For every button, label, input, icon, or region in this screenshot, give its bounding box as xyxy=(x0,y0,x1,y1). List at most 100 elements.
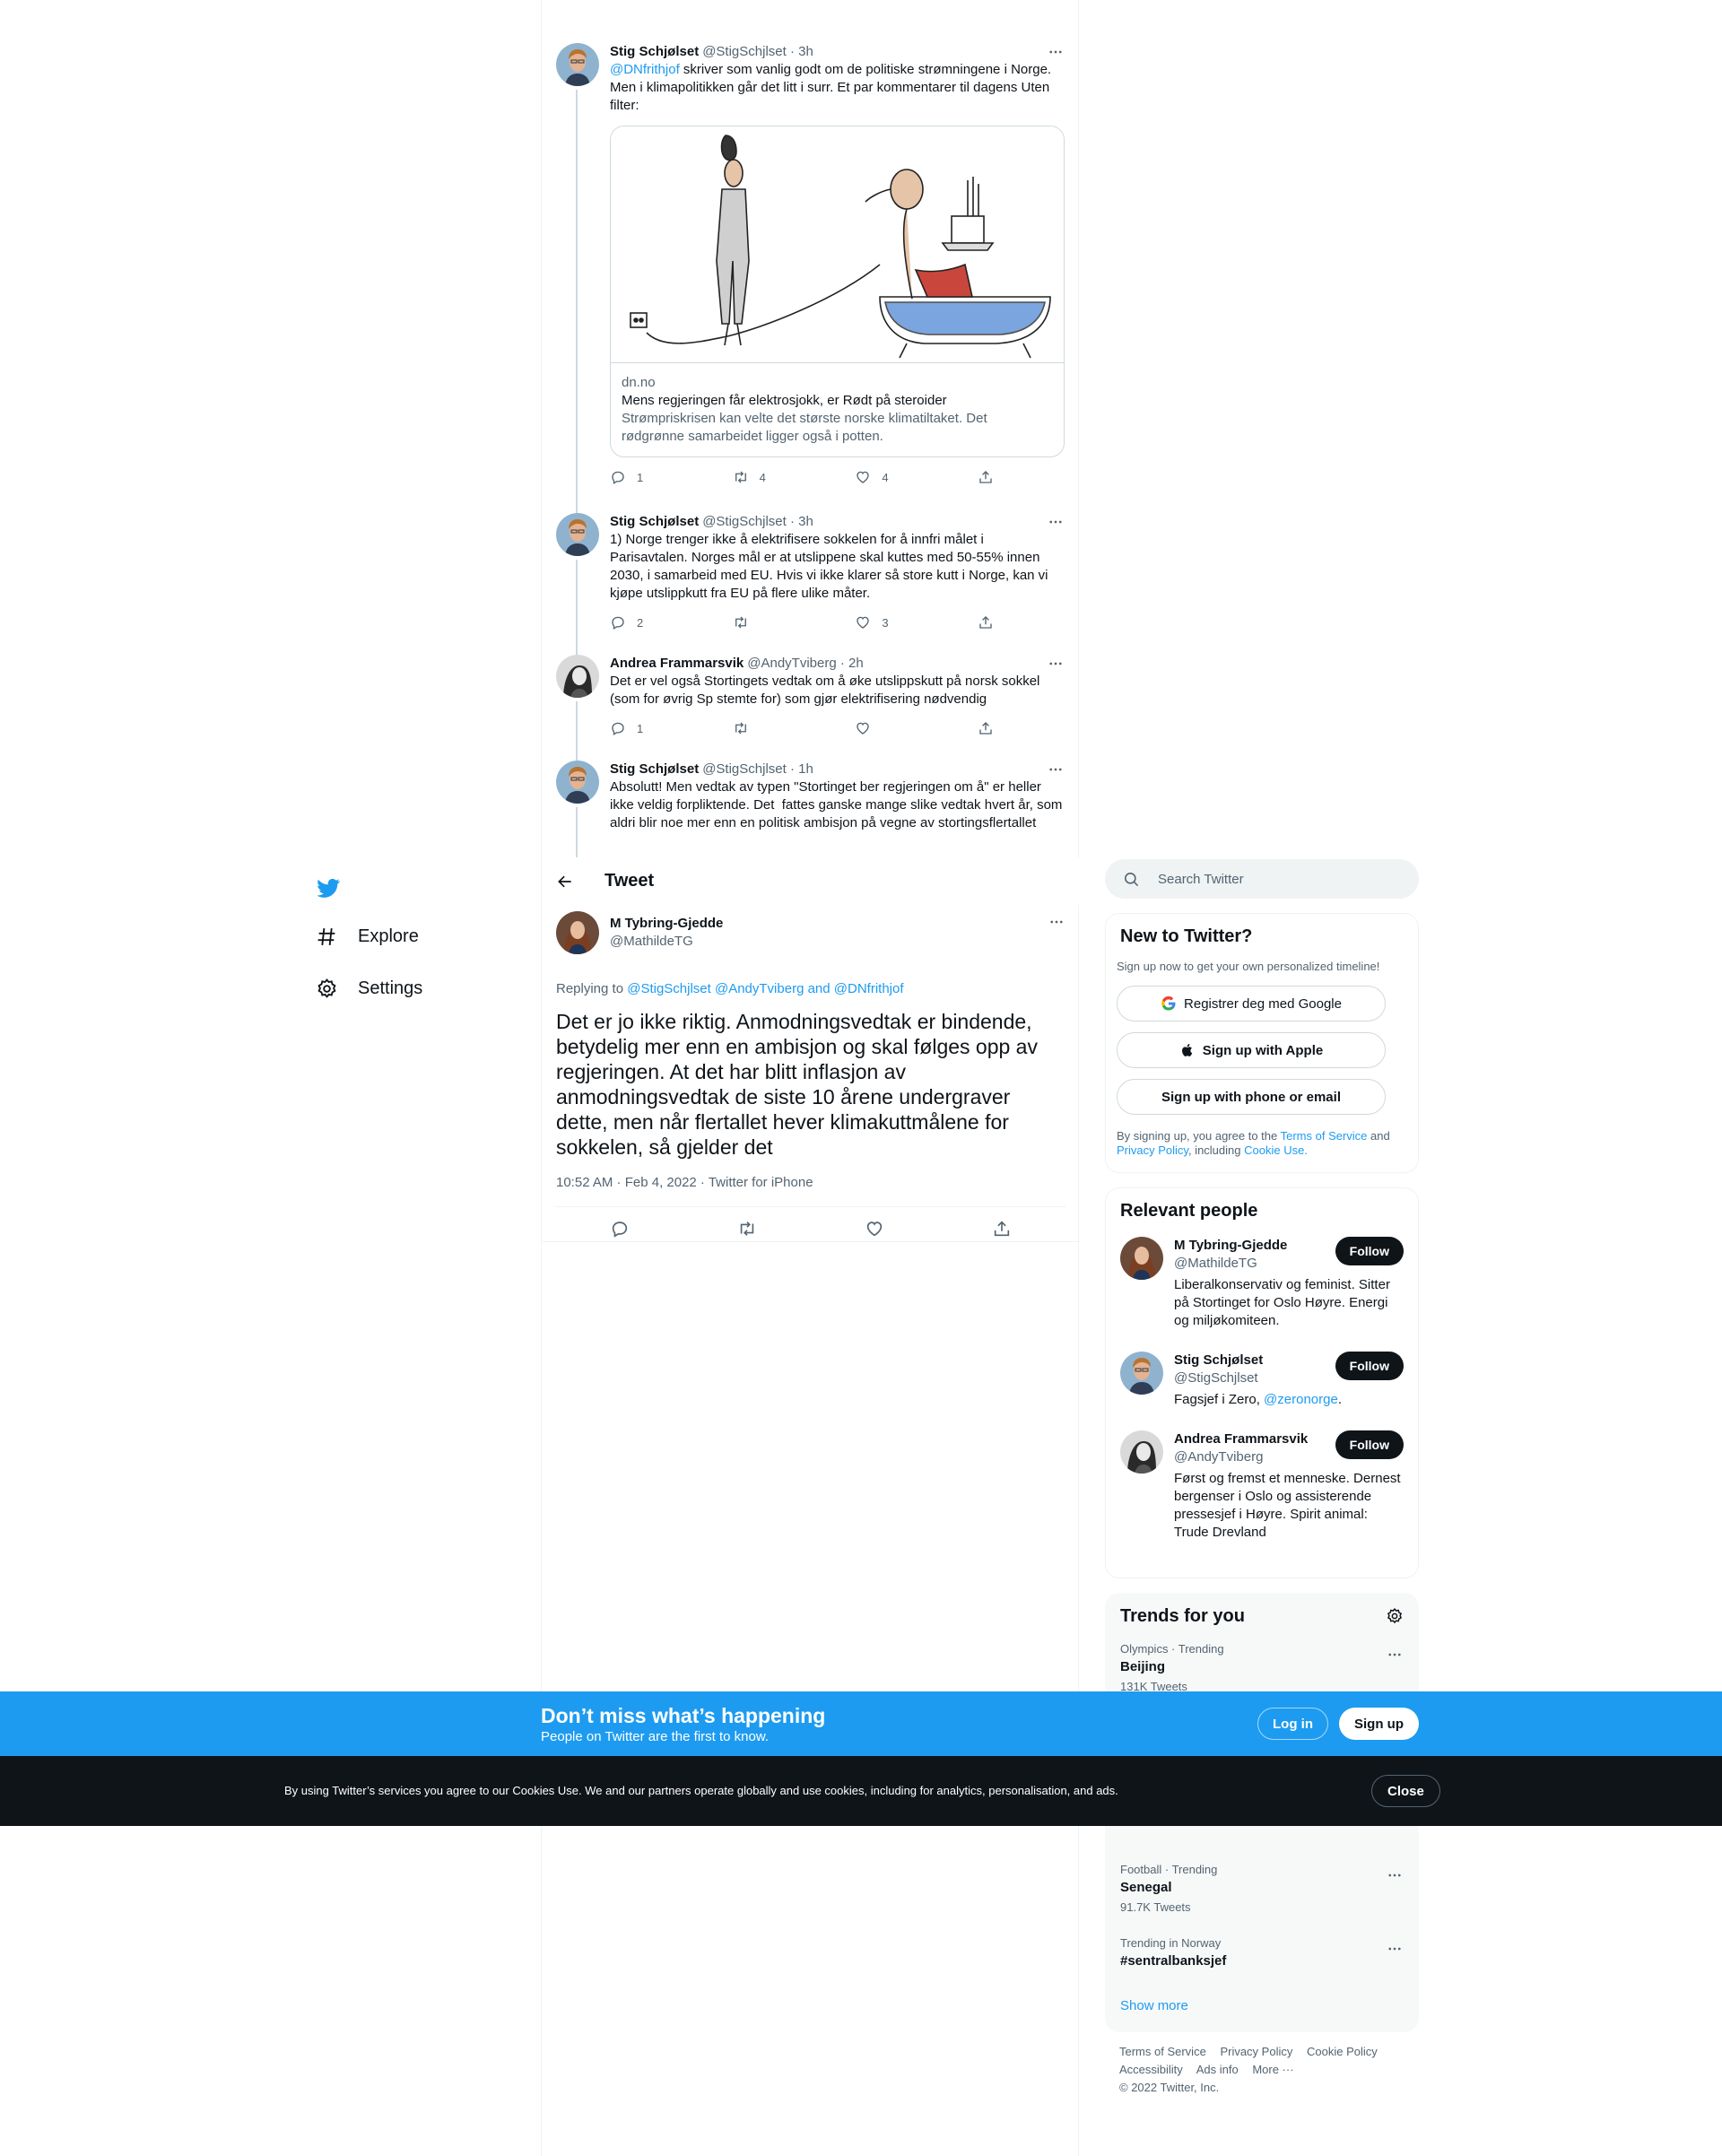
gear-icon[interactable] xyxy=(1386,1607,1404,1625)
close-button[interactable]: Close xyxy=(1371,1775,1440,1807)
retweet-button[interactable] xyxy=(733,614,821,630)
footer-link-cookie[interactable]: Cookie Policy xyxy=(1307,2045,1378,2058)
avatar[interactable] xyxy=(1120,1352,1163,1395)
tweet-author-name[interactable]: Andrea Frammarsvik xyxy=(610,655,744,673)
signup-button[interactable]: Sign up xyxy=(1339,1708,1419,1740)
apple-signup-button[interactable]: Sign up with Apple xyxy=(1117,1032,1386,1068)
google-signup-button[interactable]: Registrer deg med Google xyxy=(1117,986,1386,1021)
search-input[interactable]: Search Twitter xyxy=(1105,859,1419,899)
avatar[interactable] xyxy=(556,513,599,556)
link-card-title: Mens regjeringen får elektrosjokk, er Rø… xyxy=(622,393,947,408)
more-icon[interactable] xyxy=(1047,761,1065,778)
avatar[interactable] xyxy=(556,761,599,804)
more-icon[interactable] xyxy=(1047,655,1065,673)
tweet-timestamp[interactable]: 10:52 AM · Feb 4, 2022 · Twitter for iPh… xyxy=(556,1174,1065,1192)
trend-item[interactable]: Football · Trending Senegal 91.7K Tweets xyxy=(1106,1852,1418,1926)
tweet-author-name[interactable]: Stig Schjølset xyxy=(610,761,699,778)
tweet[interactable]: Stig Schjølset @StigSchjlset · 1h Absolu… xyxy=(542,761,1080,857)
terms-link[interactable]: Terms of Service xyxy=(1281,1129,1368,1143)
privacy-link[interactable]: Privacy Policy xyxy=(1117,1143,1188,1157)
like-button[interactable]: 4 xyxy=(855,469,943,485)
footer-link-privacy[interactable]: Privacy Policy xyxy=(1220,2045,1292,2058)
tweet[interactable]: Stig Schjølset @StigSchjlset · 3h 1) Nor… xyxy=(542,513,1080,658)
tweet-author-handle[interactable]: @StigSchjlset xyxy=(702,761,787,778)
like-button[interactable]: 3 xyxy=(855,614,943,630)
share-button[interactable] xyxy=(978,720,1004,736)
person-name[interactable]: Stig Schjølset xyxy=(1174,1352,1263,1369)
replying-to-links[interactable]: @StigSchjlset @AndyTviberg and @DNfrithj… xyxy=(627,981,903,996)
person-handle[interactable]: @StigSchjlset xyxy=(1174,1369,1263,1387)
avatar[interactable] xyxy=(1120,1430,1163,1474)
nav-item-explore[interactable]: Explore xyxy=(305,910,529,962)
tweet-time[interactable]: 2h xyxy=(848,655,864,673)
footer-link-terms[interactable]: Terms of Service xyxy=(1119,2045,1206,2058)
follow-button[interactable]: Follow xyxy=(1335,1237,1404,1265)
person-cell[interactable]: M Tybring-Gjedde @MathildeTG Follow Libe… xyxy=(1106,1226,1418,1341)
link-card[interactable]: dn.no Mens regjeringen får elektrosjokk,… xyxy=(610,126,1065,457)
tweet-actions: 1 4 4 xyxy=(610,461,1004,493)
reply-button[interactable]: 1 xyxy=(610,720,698,736)
tweet[interactable]: Stig Schjølset @StigSchjlset · 3h @DNfri… xyxy=(542,43,1080,517)
search-placeholder: Search Twitter xyxy=(1158,871,1244,887)
tweet-author-handle[interactable]: @StigSchjlset xyxy=(702,513,787,531)
mention-link[interactable]: @zeronorge xyxy=(1264,1392,1338,1407)
tweet-author-handle[interactable]: @StigSchjlset xyxy=(702,43,787,61)
tweet-author-handle[interactable]: @MathildeTG xyxy=(610,933,723,951)
footer-link-accessibility[interactable]: Accessibility xyxy=(1119,2063,1183,2076)
follow-button[interactable]: Follow xyxy=(1335,1430,1404,1459)
more-icon[interactable] xyxy=(1386,1866,1404,1884)
show-more-link[interactable]: Show more xyxy=(1106,1983,1418,2030)
tweet-time[interactable]: 1h xyxy=(798,761,813,778)
more-icon[interactable] xyxy=(1048,913,1065,931)
tweet-author-name[interactable]: M Tybring-Gjedde xyxy=(610,915,723,933)
trend-item[interactable]: Trending in Norway #sentralbanksjef xyxy=(1106,1926,1418,1983)
reply-button[interactable] xyxy=(610,1219,630,1239)
person-cell[interactable]: Stig Schjølset @StigSchjlset Follow Fags… xyxy=(1106,1341,1418,1420)
trend-category: Trending in Norway xyxy=(1120,1936,1222,1950)
sidebar-footer: Terms of Service Privacy Policy Cookie P… xyxy=(1105,2032,1419,2108)
avatar[interactable] xyxy=(1120,1237,1163,1280)
tweet-actions: 1 xyxy=(610,712,1004,744)
more-icon[interactable] xyxy=(1386,1940,1404,1958)
share-button[interactable] xyxy=(992,1219,1012,1239)
retweet-button[interactable]: 4 xyxy=(733,469,821,485)
avatar[interactable] xyxy=(556,911,599,954)
retweet-button[interactable] xyxy=(737,1219,757,1239)
person-handle[interactable]: @MathildeTG xyxy=(1174,1255,1287,1273)
tweet-author-name[interactable]: Stig Schjølset xyxy=(610,43,699,61)
back-button[interactable] xyxy=(556,865,588,898)
more-icon[interactable] xyxy=(1386,1646,1404,1664)
login-button[interactable]: Log in xyxy=(1257,1708,1328,1740)
share-button[interactable] xyxy=(978,469,1004,485)
footer-link-more[interactable]: More ··· xyxy=(1252,2063,1293,2076)
footer-link-ads[interactable]: Ads info xyxy=(1196,2063,1239,2076)
person-cell[interactable]: Andrea Frammarsvik @AndyTviberg Follow F… xyxy=(1106,1420,1418,1552)
share-icon xyxy=(978,720,994,736)
follow-button[interactable]: Follow xyxy=(1335,1352,1404,1380)
tweet[interactable]: Andrea Frammarsvik @AndyTviberg · 2h Det… xyxy=(542,655,1080,764)
avatar[interactable] xyxy=(556,43,599,86)
phone-signup-button[interactable]: Sign up with phone or email xyxy=(1117,1079,1386,1115)
cookie-use-link[interactable]: Cookie Use. xyxy=(1244,1143,1308,1157)
avatar[interactable] xyxy=(556,655,599,698)
share-button[interactable] xyxy=(978,614,1004,630)
twitter-logo-icon[interactable] xyxy=(306,865,351,910)
person-name[interactable]: M Tybring-Gjedde xyxy=(1174,1237,1287,1255)
mention-link[interactable]: @DNfrithjof xyxy=(610,62,680,77)
reply-button[interactable]: 1 xyxy=(610,469,698,485)
thread-line xyxy=(576,560,578,658)
more-icon[interactable] xyxy=(1047,513,1065,531)
retweet-button[interactable] xyxy=(733,720,821,736)
tweet-time[interactable]: 3h xyxy=(798,43,813,61)
nav-item-settings[interactable]: Settings xyxy=(305,962,529,1014)
tweet-author-name[interactable]: Stig Schjølset xyxy=(610,513,699,531)
reply-button[interactable]: 2 xyxy=(610,614,698,630)
more-icon[interactable] xyxy=(1047,43,1065,61)
like-button[interactable] xyxy=(865,1219,884,1239)
like-button[interactable] xyxy=(855,720,943,736)
tweet-time[interactable]: 3h xyxy=(798,513,813,531)
tweet-author-handle[interactable]: @AndyTviberg xyxy=(747,655,836,673)
person-name[interactable]: Andrea Frammarsvik xyxy=(1174,1430,1308,1448)
person-handle[interactable]: @AndyTviberg xyxy=(1174,1448,1308,1466)
trend-name: Beijing xyxy=(1120,1659,1166,1674)
